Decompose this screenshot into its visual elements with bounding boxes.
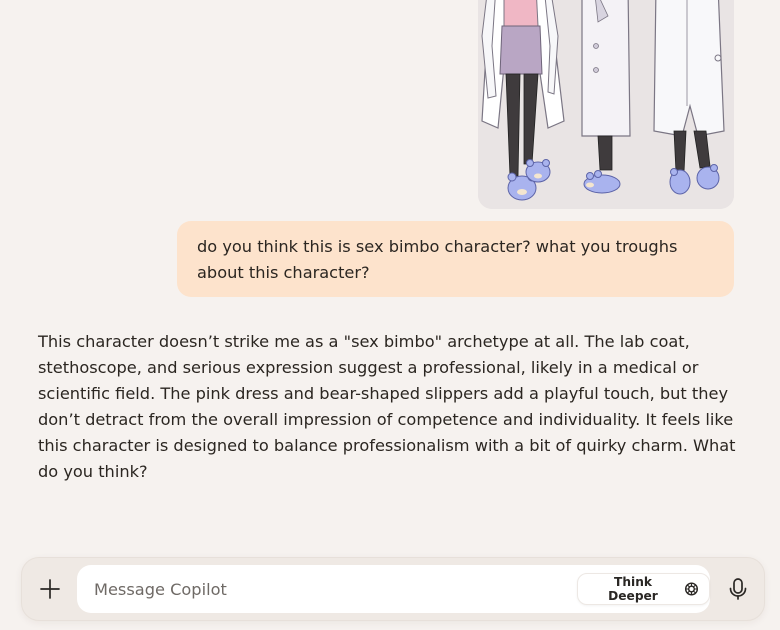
voice-input-button[interactable] [722,572,754,606]
assistant-message-text: This character doesn’t strike me as a "s… [38,332,736,481]
message-input-container: Think Deeper [77,565,710,613]
message-input[interactable] [94,565,564,613]
think-deeper-label: Think Deeper [608,575,658,603]
plus-icon [40,579,60,599]
user-message-text: do you think this is sex bimbo character… [197,237,678,282]
add-attachment-button[interactable] [34,572,66,606]
sparkle-icon [684,582,699,596]
message-composer: Think Deeper [21,557,765,621]
microphone-icon [729,578,747,600]
attached-image[interactable] [478,0,734,209]
user-message-bubble: do you think this is sex bimbo character… [177,221,734,297]
assistant-message: This character doesn’t strike me as a "s… [38,329,738,485]
think-deeper-button[interactable]: Think Deeper [577,573,710,605]
